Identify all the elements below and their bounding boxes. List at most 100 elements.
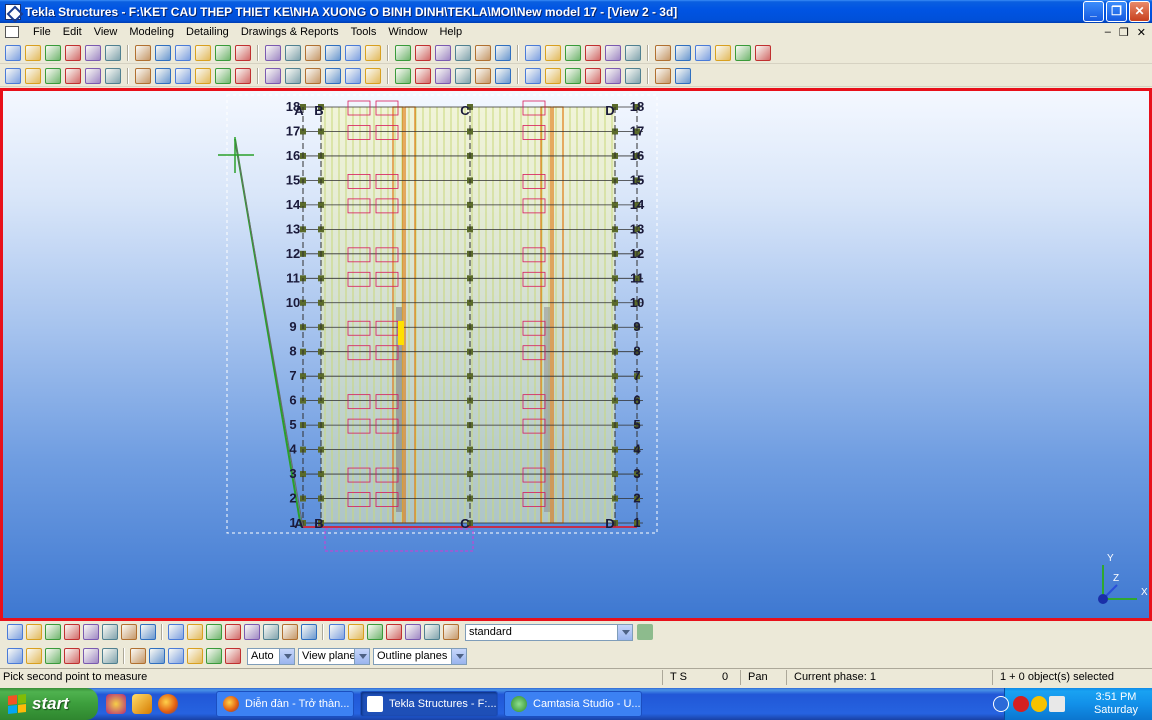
- snap-icon[interactable]: [367, 624, 383, 640]
- measure-icon[interactable]: [585, 44, 601, 61]
- snap-icon[interactable]: [405, 624, 421, 640]
- select-icon[interactable]: [102, 624, 118, 640]
- select-icon[interactable]: [83, 624, 99, 640]
- select-all-icon[interactable]: [7, 624, 23, 640]
- part-icon[interactable]: [65, 67, 81, 84]
- menu-drawings-reports[interactable]: Drawings & Reports: [235, 26, 345, 38]
- tekla-app-icon[interactable]: [5, 3, 21, 20]
- snap-triangle-icon[interactable]: [64, 648, 80, 664]
- snap-x-icon[interactable]: [83, 648, 99, 664]
- column-icon[interactable]: [105, 67, 121, 84]
- bolt-icon[interactable]: [215, 67, 231, 84]
- window-icon[interactable]: [215, 44, 231, 61]
- plane-select[interactable]: View plane: [298, 647, 370, 665]
- select-icon[interactable]: [329, 624, 345, 640]
- snap-mid-icon[interactable]: [26, 648, 42, 664]
- select-icon[interactable]: [168, 624, 184, 640]
- outline-planes-select[interactable]: Outline planes: [373, 647, 467, 665]
- menu-edit[interactable]: Edit: [57, 26, 88, 38]
- select-icon[interactable]: [187, 624, 203, 640]
- pencil-icon[interactable]: [395, 44, 411, 61]
- snap-icon[interactable]: [565, 44, 581, 61]
- tool-icon[interactable]: [675, 67, 691, 84]
- snap-icon[interactable]: [443, 624, 459, 640]
- select-icon[interactable]: [263, 624, 279, 640]
- component-icon[interactable]: [625, 44, 641, 61]
- properties-icon[interactable]: [175, 44, 191, 61]
- plate-icon[interactable]: [325, 44, 341, 61]
- snap-filter-icon[interactable]: [225, 648, 241, 664]
- snap-icon[interactable]: [525, 44, 541, 61]
- paste-icon[interactable]: [135, 44, 151, 61]
- menu-tools[interactable]: Tools: [345, 26, 383, 38]
- winamp-icon[interactable]: [132, 694, 152, 714]
- beam-icon[interactable]: [305, 44, 321, 61]
- plate-icon[interactable]: [175, 67, 191, 84]
- mesh-icon[interactable]: [265, 67, 281, 84]
- chevron-down-icon[interactable]: [451, 648, 466, 664]
- mdi-restore-button[interactable]: ❐: [1119, 26, 1129, 39]
- pointer-icon[interactable]: [5, 67, 21, 84]
- yahoo-messenger-icon[interactable]: [1031, 696, 1047, 712]
- point-icon[interactable]: [285, 67, 301, 84]
- select-icon[interactable]: [348, 624, 364, 640]
- open-icon[interactable]: [25, 44, 41, 61]
- document-icon[interactable]: [5, 26, 19, 38]
- snap-lock-icon[interactable]: [206, 648, 222, 664]
- snap-check-icon[interactable]: [168, 648, 184, 664]
- selection-filter-select[interactable]: standard: [465, 623, 633, 641]
- point-icon[interactable]: [305, 67, 321, 84]
- snap-sigma-icon[interactable]: [130, 648, 146, 664]
- point-icon[interactable]: [365, 67, 381, 84]
- line-icon[interactable]: [625, 67, 641, 84]
- beam-icon[interactable]: [155, 67, 171, 84]
- snap-icon[interactable]: [386, 624, 402, 640]
- export-icon[interactable]: [675, 44, 691, 61]
- chevron-down-icon[interactable]: [617, 624, 632, 640]
- redo-icon[interactable]: [85, 44, 101, 61]
- menu-file[interactable]: File: [27, 26, 57, 38]
- close-button[interactable]: ✕: [1129, 1, 1150, 22]
- globe-icon[interactable]: [695, 44, 711, 61]
- snap-icon[interactable]: [495, 44, 511, 61]
- model-canvas[interactable]: AABBCCDD1 12 23 34 45 56 67 78 89 910 1011 1112 1213…: [3, 91, 1149, 618]
- mdi-minimize-button[interactable]: –: [1105, 26, 1111, 39]
- delete-icon[interactable]: [155, 44, 171, 61]
- select-icon[interactable]: [64, 624, 80, 640]
- window-icon[interactable]: [195, 44, 211, 61]
- start-button[interactable]: start: [0, 688, 98, 720]
- snap-end-icon[interactable]: [7, 648, 23, 664]
- minimize-button[interactable]: _: [1083, 1, 1104, 22]
- tool-icon[interactable]: [755, 44, 771, 61]
- bolt-icon[interactable]: [655, 67, 671, 84]
- window-icon[interactable]: [235, 44, 251, 61]
- chevron-down-icon[interactable]: [354, 648, 369, 664]
- select-icon[interactable]: [285, 44, 301, 61]
- chevron-down-icon[interactable]: [279, 648, 294, 664]
- point-icon[interactable]: [325, 67, 341, 84]
- undo-icon[interactable]: [65, 44, 81, 61]
- select-icon[interactable]: [45, 624, 61, 640]
- save-icon[interactable]: [45, 44, 61, 61]
- select-icon[interactable]: [121, 624, 137, 640]
- part-icon[interactable]: [85, 67, 101, 84]
- menu-window[interactable]: Window: [382, 26, 433, 38]
- wizard-icon[interactable]: [435, 44, 451, 61]
- cut-icon[interactable]: [265, 44, 281, 61]
- select-icon[interactable]: [244, 624, 260, 640]
- rotate-icon[interactable]: [45, 67, 61, 84]
- arrows-icon[interactable]: [715, 44, 731, 61]
- view-icon[interactable]: [435, 67, 451, 84]
- circle-icon[interactable]: [395, 67, 411, 84]
- binoculars-icon[interactable]: [415, 67, 431, 84]
- select-icon[interactable]: [282, 624, 298, 640]
- antivirus-icon[interactable]: [1013, 696, 1029, 712]
- grid-icon[interactable]: [475, 44, 491, 61]
- snap-dim-icon[interactable]: [102, 648, 118, 664]
- plate-icon[interactable]: [195, 67, 211, 84]
- select-icon[interactable]: [225, 624, 241, 640]
- task-forum-firefox[interactable]: Diễn đàn - Trở thàn...: [216, 691, 354, 717]
- point-icon[interactable]: [345, 67, 361, 84]
- select-icon[interactable]: [301, 624, 317, 640]
- wizard-icon[interactable]: [415, 44, 431, 61]
